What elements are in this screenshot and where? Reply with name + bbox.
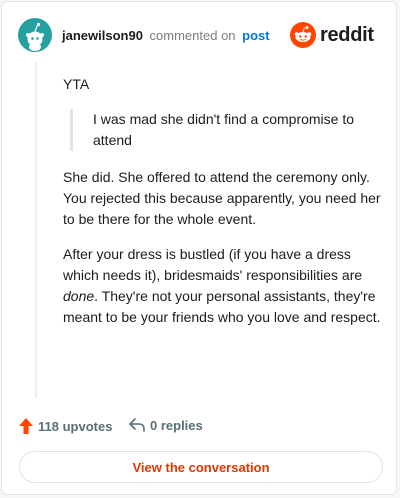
comment-card: janewilson90 commented on post reddit YT… bbox=[1, 1, 397, 495]
view-conversation-button[interactable]: View the conversation bbox=[19, 451, 383, 483]
upvotes-count: 118 upvotes bbox=[38, 418, 113, 434]
upvote-arrow-icon bbox=[19, 418, 33, 434]
post-link[interactable]: post bbox=[242, 28, 269, 43]
comment-quote: I was mad she didn't find a compromise t… bbox=[70, 109, 381, 151]
comment-body: YTA I was mad she didn't find a compromi… bbox=[63, 74, 381, 342]
brand-name: reddit bbox=[320, 24, 374, 46]
comment-paragraph-2: After your dress is bustled (if you have… bbox=[63, 244, 381, 328]
reply-arrow-icon bbox=[129, 418, 145, 432]
thread-line bbox=[35, 62, 37, 398]
comment-paragraph-1: She did. She offered to attend the cerem… bbox=[63, 169, 381, 227]
replies-count: 0 replies bbox=[150, 417, 203, 433]
replies-button[interactable]: 0 replies bbox=[128, 417, 203, 433]
upvote-button[interactable]: 118 upvotes bbox=[18, 417, 112, 435]
paragraph-2-after: . They're not your personal assistants, … bbox=[63, 288, 381, 325]
comment-header: janewilson90 commented on post reddit bbox=[18, 18, 380, 52]
comment-meta: janewilson90 commented on post bbox=[62, 28, 270, 43]
paragraph-2-emphasis: done bbox=[63, 288, 95, 304]
comment-intro: YTA bbox=[63, 76, 90, 92]
username-link[interactable]: janewilson90 bbox=[62, 28, 143, 43]
snoo-avatar-icon[interactable] bbox=[18, 18, 52, 52]
action-text: commented on bbox=[149, 28, 236, 43]
reddit-logo-icon bbox=[290, 22, 316, 48]
reddit-brand[interactable]: reddit bbox=[290, 19, 380, 51]
paragraph-2-before: After your dress is bustled (if you have… bbox=[63, 246, 363, 283]
comment-footer: 118 upvotes 0 replies bbox=[18, 416, 382, 438]
